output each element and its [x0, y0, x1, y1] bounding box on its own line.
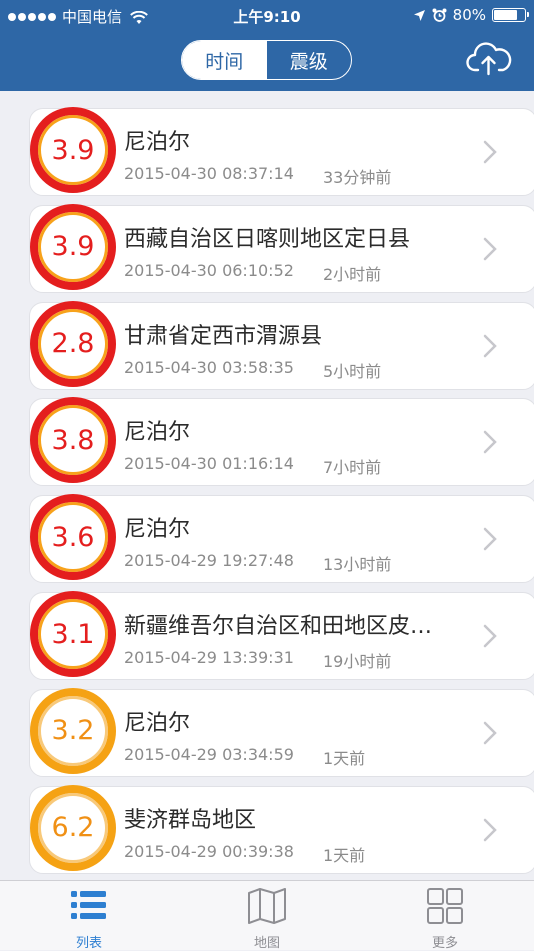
earthquake-list[interactable]: 3.9 尼泊尔 2015-04-30 08:37:14 33分钟前 3.9 西藏自治区日喀… [0, 91, 534, 881]
quake-datetime: 2015-04-29 03:34:59 [124, 744, 294, 764]
tab-magnitude[interactable]: 震级 [267, 41, 352, 79]
magnitude-value: 3.9 [51, 134, 95, 166]
magnitude-badge: 3.1 [30, 591, 116, 677]
chevron-right-icon [483, 818, 497, 841]
status-bar: 中国电信 上午9:10 80% [0, 0, 534, 32]
chevron-right-icon [483, 140, 497, 164]
list-icon [71, 891, 106, 919]
quake-datetime: 2015-04-30 01:16:14 [124, 454, 294, 474]
quake-location: 斐济群岛地区 [124, 807, 257, 833]
magnitude-badge: 6.2 [30, 784, 116, 871]
quake-location: 尼泊尔 [124, 130, 191, 155]
tabbar-label: 列表 [75, 936, 102, 951]
magnitude-value: 3.8 [51, 424, 95, 456]
quake-datetime: 2015-04-29 19:27:48 [124, 551, 294, 571]
quake-relative-time: 2小时前 [323, 264, 382, 284]
magnitude-value: 2.8 [51, 328, 95, 360]
magnitude-badge: 3.8 [30, 397, 116, 484]
quake-datetime: 2015-04-30 08:37:14 [124, 164, 294, 183]
tab-time[interactable]: 时间 [182, 41, 267, 79]
cloud-upload-icon[interactable] [466, 40, 512, 76]
quake-relative-time: 13小时前 [323, 555, 392, 575]
tabbar-label: 地图 [253, 936, 280, 951]
quake-datetime: 2015-04-30 03:58:35 [124, 357, 294, 377]
chevron-right-icon [483, 431, 497, 454]
alarm-icon [432, 8, 447, 22]
magnitude-value: 6.2 [51, 812, 95, 844]
chevron-right-icon [483, 527, 497, 551]
tabbar-label: 更多 [431, 936, 458, 951]
sort-segmented-control: 时间 震级 [181, 40, 352, 80]
quake-relative-time: 19小时前 [323, 652, 392, 671]
magnitude-badge: 3.2 [30, 687, 116, 774]
quake-relative-time: 33分钟前 [323, 168, 392, 187]
magnitude-badge: 3.6 [30, 494, 116, 581]
magnitude-value: 3.9 [51, 231, 95, 263]
magnitude-badge: 2.8 [30, 300, 116, 387]
quake-location: 尼泊尔 [124, 517, 191, 543]
tabbar-item-list[interactable]: 列表 [29, 881, 149, 951]
battery-icon [492, 8, 529, 22]
tabbar-item-map[interactable]: 地图 [207, 881, 327, 951]
quake-location: 新疆维吾尔自治区和田地区皮… [124, 614, 433, 639]
quake-relative-time: 5小时前 [323, 361, 382, 381]
magnitude-value: 3.6 [51, 521, 95, 553]
chevron-right-icon [483, 334, 497, 357]
tab-bar: 列表 地图 更多 [0, 880, 534, 951]
magnitude-value: 3.2 [51, 715, 95, 747]
location-arrow-icon [413, 9, 425, 21]
quake-datetime: 2015-04-30 06:10:52 [124, 260, 294, 280]
battery-percent: 80% [452, 6, 486, 24]
chevron-right-icon [483, 237, 497, 261]
quake-location: 尼泊尔 [124, 710, 191, 736]
chevron-right-icon [483, 624, 497, 648]
tabbar-item-more[interactable]: 更多 [385, 881, 505, 951]
quake-location: 西藏自治区日喀则地区定日县 [124, 226, 411, 252]
nav-header: 中国电信 上午9:10 80% 时间 震级 [0, 0, 534, 91]
quake-datetime: 2015-04-29 00:39:38 [124, 841, 294, 861]
quake-location: 甘肃省定西市渭源县 [124, 323, 323, 349]
quake-datetime: 2015-04-29 13:39:31 [124, 648, 294, 667]
magnitude-badge: 3.9 [30, 203, 116, 290]
magnitude-value: 3.1 [51, 618, 95, 650]
quake-location: 尼泊尔 [124, 420, 191, 446]
magnitude-badge: 3.9 [30, 107, 116, 193]
map-icon [248, 888, 286, 924]
quake-relative-time: 1天前 [323, 748, 366, 768]
quake-relative-time: 7小时前 [323, 458, 382, 478]
quake-relative-time: 1天前 [323, 845, 366, 865]
chevron-right-icon [483, 721, 497, 745]
grid-icon [427, 888, 463, 924]
